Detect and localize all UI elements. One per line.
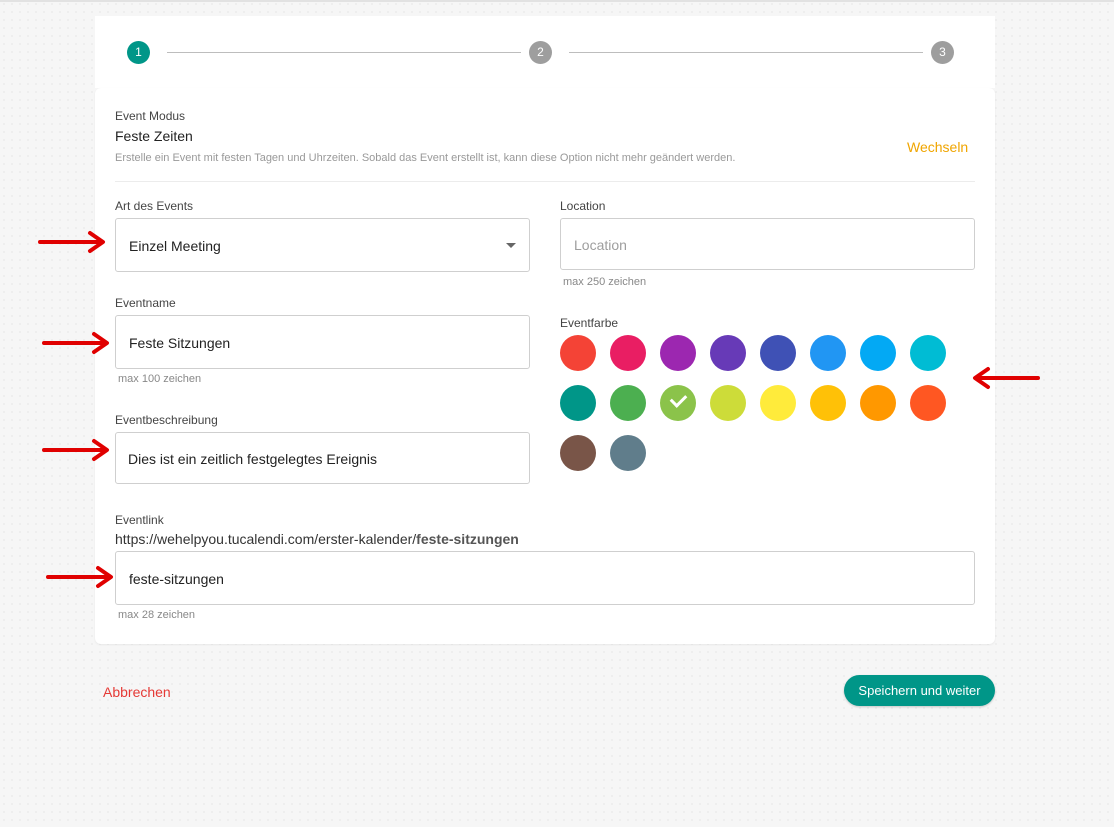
cancel-button[interactable]: Abbrechen — [103, 684, 171, 700]
event-description-value: Dies ist ein zeitlich festgelegtes Ereig… — [128, 451, 378, 467]
color-swatch[interactable] — [560, 335, 596, 371]
event-link-value: feste-sitzungen — [129, 571, 224, 587]
event-color-label: Eventfarbe — [560, 316, 619, 330]
color-swatch[interactable] — [610, 335, 646, 371]
step-2-label: 2 — [537, 45, 544, 59]
event-description-input[interactable]: Dies ist ein zeitlich festgelegtes Ereig… — [115, 432, 530, 484]
checkmark-icon — [669, 390, 688, 408]
location-label: Location — [560, 199, 606, 213]
event-mode-label: Event Modus — [115, 109, 186, 123]
save-and-continue-button[interactable]: Speichern und weiter — [844, 675, 995, 706]
color-swatch[interactable] — [910, 335, 946, 371]
event-link-url: https://wehelpyou.tucalendi.com/erster-k… — [115, 531, 519, 547]
step-1-label: 1 — [135, 45, 142, 59]
step-2-indicator[interactable]: 2 — [529, 41, 552, 64]
top-divider — [0, 0, 1114, 2]
color-swatch[interactable] — [560, 385, 596, 421]
dropdown-arrow-icon — [506, 243, 516, 248]
step-3-label: 3 — [939, 45, 946, 59]
color-swatch[interactable] — [760, 335, 796, 371]
event-form-card: Event Modus Feste Zeiten Erstelle ein Ev… — [95, 88, 995, 644]
color-swatch[interactable] — [910, 385, 946, 421]
location-placeholder: Location — [574, 237, 627, 253]
color-swatch[interactable] — [710, 335, 746, 371]
event-link-url-base: https://wehelpyou.tucalendi.com/erster-k… — [115, 531, 417, 547]
color-swatch[interactable] — [610, 435, 646, 471]
event-link-label: Eventlink — [115, 513, 164, 527]
annotation-arrow-icon — [46, 566, 113, 588]
event-type-value: Einzel Meeting — [129, 238, 221, 254]
color-swatch[interactable] — [660, 335, 696, 371]
switch-mode-link[interactable]: Wechseln — [907, 139, 968, 155]
event-mode-description: Erstelle ein Event mit festen Tagen und … — [115, 152, 736, 164]
event-name-hint: max 100 zeichen — [118, 373, 202, 385]
event-description-label: Eventbeschreibung — [115, 413, 218, 427]
event-type-label: Art des Events — [115, 199, 194, 213]
color-swatch[interactable] — [810, 385, 846, 421]
location-input[interactable]: Location — [560, 218, 975, 270]
step-connector-1 — [167, 52, 521, 53]
annotation-arrow-icon — [973, 367, 1040, 389]
step-3-indicator[interactable]: 3 — [931, 41, 954, 64]
color-swatch[interactable] — [760, 385, 796, 421]
event-name-label: Eventname — [115, 296, 176, 310]
color-swatch[interactable] — [860, 385, 896, 421]
annotation-arrow-icon — [42, 332, 109, 354]
annotation-arrow-icon — [38, 231, 105, 253]
color-swatch[interactable] — [710, 385, 746, 421]
event-type-select[interactable]: Einzel Meeting — [115, 218, 530, 272]
stepper: 1 2 3 — [95, 16, 995, 88]
annotation-arrow-icon — [42, 439, 109, 461]
mode-divider — [115, 181, 975, 182]
event-name-value: Feste Sitzungen — [129, 335, 231, 351]
event-name-input[interactable]: Feste Sitzungen — [115, 315, 530, 369]
event-link-url-slug: feste-sitzungen — [416, 531, 519, 547]
event-link-input[interactable]: feste-sitzungen — [115, 551, 975, 605]
step-1-indicator[interactable]: 1 — [127, 41, 150, 64]
color-swatch[interactable] — [810, 335, 846, 371]
color-swatch[interactable] — [860, 335, 896, 371]
color-swatch[interactable] — [610, 385, 646, 421]
step-connector-2 — [569, 52, 923, 53]
event-link-hint: max 28 zeichen — [118, 609, 196, 621]
color-swatch[interactable] — [560, 435, 596, 471]
location-hint: max 250 zeichen — [563, 276, 647, 288]
color-swatch[interactable] — [660, 385, 696, 421]
event-mode-value: Feste Zeiten — [115, 128, 193, 144]
